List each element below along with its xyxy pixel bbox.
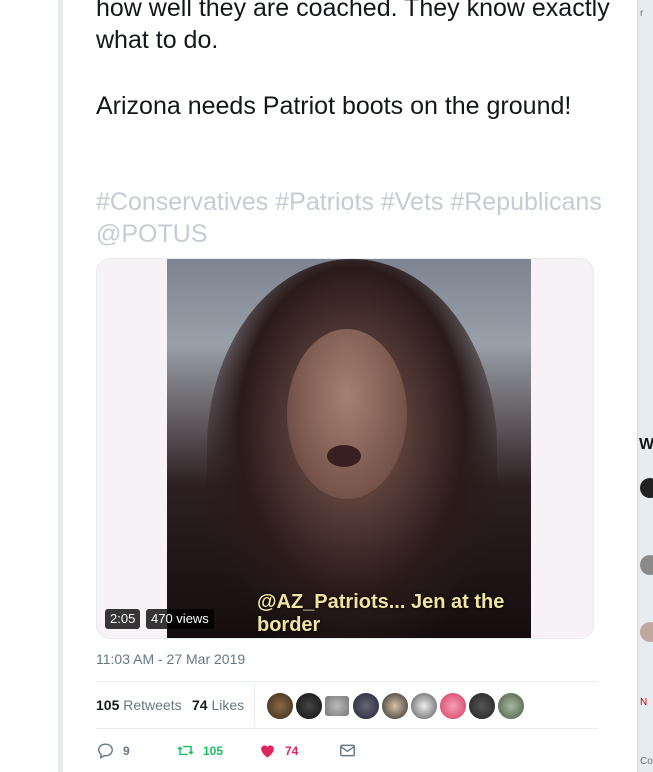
avatar[interactable] — [497, 692, 525, 720]
video-subject-mouth — [327, 445, 361, 467]
avatar[interactable] — [410, 692, 438, 720]
avatar[interactable] — [266, 692, 294, 720]
avatar[interactable] — [640, 555, 653, 575]
retweets-label: Retweets — [123, 697, 182, 713]
divider — [96, 681, 598, 682]
video-duration-badge: 2:05 — [105, 609, 141, 629]
like-button[interactable]: 74 — [258, 741, 298, 760]
reply-icon — [98, 743, 113, 759]
avatar[interactable] — [640, 478, 653, 498]
retweets-stat[interactable]: 105 Retweets — [96, 697, 182, 713]
retweet-button[interactable]: 105 — [176, 741, 223, 760]
avatar[interactable] — [640, 622, 653, 642]
likes-stat[interactable]: 74 Likes — [192, 697, 244, 713]
avatar[interactable] — [324, 695, 350, 717]
sidebar-fragment-text: N — [640, 697, 648, 708]
divider — [96, 728, 598, 729]
tweet-text-main: Arizona needs Patriot boots on the groun… — [96, 92, 572, 120]
sidebar-fragment-heading: W — [639, 436, 653, 453]
retweet-icon — [177, 745, 194, 756]
reply-count: 9 — [123, 743, 130, 758]
reply-button[interactable]: 9 — [96, 741, 130, 760]
avatar[interactable] — [352, 692, 380, 720]
likes-count: 74 — [192, 697, 208, 713]
retweets-count: 105 — [96, 697, 120, 713]
direct-message-icon — [340, 744, 355, 757]
likes-label: Likes — [211, 697, 245, 713]
left-gutter — [0, 0, 58, 772]
tweet-hashtags[interactable]: #Conservatives #Patriots #Vets #Republic… — [96, 186, 616, 250]
avatar[interactable] — [381, 692, 409, 720]
tweet-timestamp[interactable]: 11:03 AM - 27 Mar 2019 — [96, 651, 245, 667]
like-count: 74 — [285, 743, 299, 758]
video-views-badge: 470 views — [146, 609, 214, 629]
video-player[interactable]: @AZ_Patriots... Jen at the border 2:05 4… — [96, 258, 594, 639]
retweet-count: 105 — [203, 743, 224, 758]
sidebar-fragment-text: Co — [640, 756, 653, 767]
heart-icon — [261, 745, 274, 758]
left-border — [58, 0, 63, 772]
video-frame[interactable]: @AZ_Patriots... Jen at the border — [167, 259, 531, 638]
avatar[interactable] — [439, 692, 467, 720]
stats-separator — [254, 683, 255, 727]
avatar[interactable] — [295, 692, 323, 720]
video-subject-face — [287, 329, 407, 499]
tweet-actions: 9 105 74 — [96, 741, 396, 765]
right-sidebar-edge: r W N Co — [637, 0, 653, 772]
video-caption: @AZ_Patriots... Jen at the border — [257, 591, 505, 636]
tweet-text-continued: how well they are coached. They know exa… — [96, 0, 610, 54]
avatar[interactable] — [468, 692, 496, 720]
direct-message-button[interactable] — [338, 741, 365, 760]
sidebar-fragment-text: r — [640, 8, 644, 19]
